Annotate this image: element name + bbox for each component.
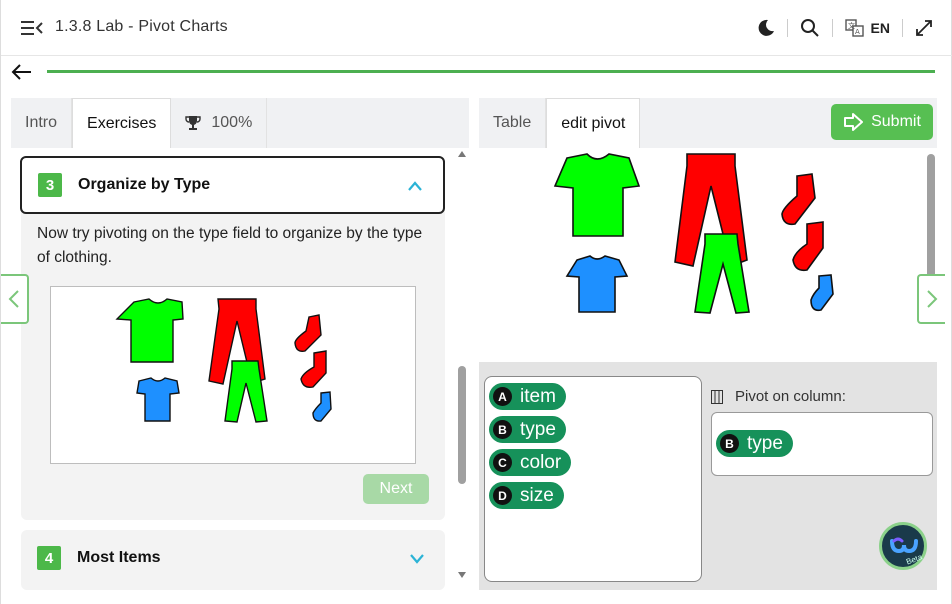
header-actions: 文 A EN [757, 14, 933, 42]
pivot-drop-zone[interactable]: B type [711, 412, 933, 476]
exercise-card: 4 Most Items [21, 530, 445, 590]
pivot-visualization [479, 148, 937, 362]
moon-icon [758, 19, 774, 36]
svg-text:文: 文 [848, 21, 855, 30]
clothing-illustration [115, 298, 332, 423]
right-tabs: Table edit pivot [479, 98, 641, 148]
chevron-right-icon [927, 290, 938, 308]
field-chip-color[interactable]: C color [489, 449, 572, 476]
trophy-icon [185, 116, 202, 130]
divider [831, 19, 833, 37]
progress-fill [47, 70, 935, 73]
progress-bar [47, 70, 935, 73]
translate-icon: 文 A [844, 19, 864, 37]
field-name: item [520, 385, 556, 407]
exercise-title: Most Items [77, 549, 161, 566]
left-tabs: Intro Exercises 100% [11, 98, 268, 148]
submit-button[interactable]: Submit [831, 104, 933, 140]
field-name: type [747, 432, 783, 454]
divider [786, 19, 788, 37]
example-image [50, 286, 416, 464]
scroll-up-icon[interactable] [458, 151, 466, 157]
top-bar: 1.3.8 Lab - Pivot Charts 文 A EN [1, 0, 952, 56]
chevron-left-icon [8, 290, 19, 308]
previous-page-button[interactable] [1, 274, 29, 324]
fullscreen-button[interactable] [915, 14, 933, 42]
tab-label: 100% [211, 114, 253, 131]
field-chip-type[interactable]: B type [489, 416, 566, 443]
field-chip-item[interactable]: A item [489, 383, 566, 410]
field-letter: B [720, 434, 739, 453]
divider [902, 19, 903, 37]
chevron-down-icon [410, 554, 424, 564]
dark-mode-button[interactable] [757, 14, 775, 42]
expand-icon [916, 20, 932, 36]
scroll-down-icon[interactable] [458, 572, 466, 578]
exercise-header[interactable]: 3 Organize by Type [20, 156, 445, 214]
app-window: 1.3.8 Lab - Pivot Charts 文 A EN Intro Ex… [0, 0, 952, 604]
field-letter: D [493, 486, 512, 505]
column-icon [711, 389, 723, 404]
field-name: type [520, 418, 556, 440]
scrollbar[interactable] [927, 154, 935, 360]
scrollbar[interactable] [455, 148, 469, 590]
svg-text:A: A [855, 28, 860, 36]
submit-label: Submit [871, 113, 921, 130]
tab-intro[interactable]: Intro [11, 98, 73, 148]
tab-edit-pivot[interactable]: edit pivot [546, 98, 641, 148]
next-button[interactable]: Next [363, 474, 429, 504]
field-letter: B [493, 420, 512, 439]
field-name: size [520, 484, 554, 506]
exercise-card: 3 Organize by Type Now try pivoting on t… [20, 156, 445, 520]
search-button[interactable] [800, 14, 820, 42]
collapse-menu-icon[interactable] [21, 18, 43, 38]
tab-label: Exercises [87, 114, 157, 132]
available-fields[interactable]: A item B type C color D size [484, 376, 702, 582]
pivot-column-label: Pivot on column: [711, 388, 846, 405]
tab-label: Table [493, 114, 532, 131]
pivot-editor: A item B type C color D size Pivot on co… [479, 362, 937, 590]
exercise-number: 4 [37, 546, 61, 570]
pivot-label-text: Pivot on column: [735, 388, 846, 405]
language-label: EN [870, 20, 890, 36]
assistant-avatar-button[interactable]: Beta [879, 522, 927, 570]
tab-label: edit pivot [561, 114, 626, 132]
workspace-panel: Table edit pivot Submit A item B type C … [479, 98, 937, 590]
tab-label: Intro [25, 114, 58, 131]
field-chip-size[interactable]: D size [489, 482, 564, 509]
field-letter: A [493, 387, 512, 406]
back-arrow-icon[interactable] [11, 62, 33, 82]
field-name: color [520, 451, 562, 473]
exercise-number: 3 [38, 173, 62, 197]
pivot-chip-type[interactable]: B type [716, 430, 793, 457]
chevron-up-icon [408, 181, 422, 191]
language-button[interactable]: 文 A EN [844, 14, 890, 42]
exercise-title: Organize by Type [78, 176, 211, 193]
next-page-button[interactable] [917, 274, 945, 324]
exercise-instructions: Now try pivoting on the type field to or… [37, 225, 423, 266]
exercise-list[interactable]: 3 Organize by Type Now try pivoting on t… [11, 148, 469, 590]
scrollbar-thumb[interactable] [458, 366, 466, 484]
tab-score[interactable]: 100% [171, 98, 268, 148]
clothing-visualization [553, 153, 834, 314]
field-letter: C [493, 453, 512, 472]
submit-arrow-icon [844, 113, 864, 131]
search-icon [800, 19, 819, 37]
exercise-header[interactable]: 4 Most Items [21, 530, 445, 586]
page-title: 1.3.8 Lab - Pivot Charts [55, 18, 228, 35]
tab-table[interactable]: Table [479, 98, 547, 148]
tab-exercises[interactable]: Exercises [72, 98, 172, 148]
instructions-panel: Intro Exercises 100% 3 Organize by Type … [11, 98, 469, 590]
